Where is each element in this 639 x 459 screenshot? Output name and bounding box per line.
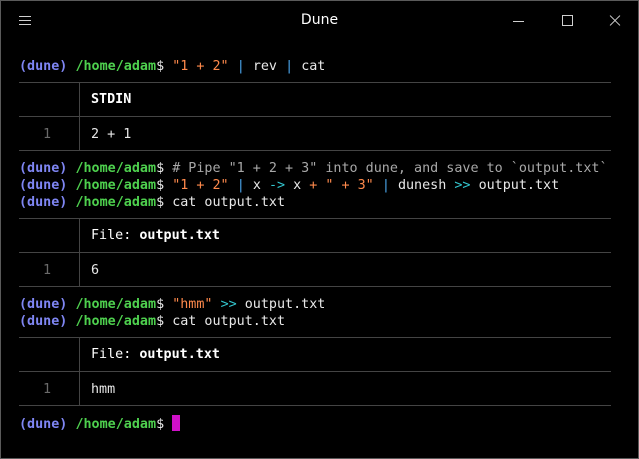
command-line: (dune) /home/adam$ "1 + 2" | rev | cat	[19, 58, 325, 75]
table-header: File: output.txt	[19, 219, 611, 253]
prompt-dollar: $	[156, 59, 165, 74]
table-row: 1 2 + 1	[19, 117, 611, 150]
string-literal: "1 + 2"	[172, 59, 229, 74]
prompt-path: /home/adam	[75, 297, 157, 312]
prompt-dollar: $	[156, 195, 165, 210]
prompt-shell: (dune)	[19, 314, 68, 329]
row-index: 1	[42, 263, 51, 278]
output-table: STDIN 1 2 + 1	[19, 82, 611, 151]
prompt-dollar: $	[156, 417, 165, 432]
table-header-label: File: output.txt	[91, 347, 220, 362]
terminal-window: Dune (dune) /home/adam$ "1 + 2" | rev | …	[0, 0, 639, 459]
pipe-operator: |	[236, 178, 245, 193]
pipe-operator: |	[381, 178, 390, 193]
pipe-operator: |	[236, 59, 245, 74]
row-value: hmm	[91, 382, 116, 397]
table-header: STDIN	[19, 83, 611, 117]
redirect-operator: >>	[454, 178, 471, 193]
prompt-path: /home/adam	[75, 178, 157, 193]
prompt-shell: (dune)	[19, 297, 68, 312]
prompt-shell: (dune)	[19, 59, 68, 74]
prompt-dollar: $	[156, 297, 165, 312]
prompt-path: /home/adam	[75, 161, 157, 176]
command-text: cat output.txt	[172, 314, 286, 329]
command-line: (dune) /home/adam$ cat output.txt	[19, 194, 285, 211]
lambda-body: x	[293, 178, 302, 193]
prompt-dollar: $	[156, 178, 165, 193]
prompt-dollar: $	[156, 161, 165, 176]
table-header-label: File: output.txt	[91, 228, 220, 243]
table-header-label: STDIN	[91, 92, 132, 107]
window-title: Dune	[300, 12, 339, 28]
prompt-path: /home/adam	[75, 417, 157, 432]
lambda-param: x	[252, 178, 261, 193]
command-word: dunesh	[397, 178, 447, 193]
text-cursor[interactable]	[172, 415, 181, 431]
close-icon[interactable]	[608, 14, 622, 28]
row-index: 1	[42, 382, 51, 397]
output-table: File: output.txt 1 hmm	[19, 337, 611, 406]
prompt-shell: (dune)	[19, 195, 68, 210]
output-table: File: output.txt 1 6	[19, 218, 611, 287]
title-bar: Dune	[1, 1, 638, 41]
command-line: (dune) /home/adam$ "hmm" >> output.txt	[19, 296, 325, 313]
table-row: 1 hmm	[19, 372, 611, 405]
file-name: output.txt	[244, 297, 326, 312]
prompt-path: /home/adam	[75, 59, 157, 74]
minimize-icon[interactable]	[512, 14, 526, 28]
command-line: (dune) /home/adam$ cat output.txt	[19, 313, 285, 330]
arrow-operator: ->	[268, 178, 286, 193]
command-word: rev	[252, 59, 277, 74]
table-header: File: output.txt	[19, 338, 611, 372]
pipe-operator: |	[285, 59, 294, 74]
prompt-path: /home/adam	[75, 195, 157, 210]
row-index: 1	[42, 127, 51, 142]
row-value: 6	[91, 263, 100, 278]
comment-text: # Pipe "1 + 2 + 3" into dune, and save t…	[172, 161, 608, 176]
prompt-path: /home/adam	[75, 314, 157, 329]
prompt-dollar: $	[156, 314, 165, 329]
table-row: 1 6	[19, 253, 611, 286]
command-text: cat output.txt	[172, 195, 286, 210]
command-word: cat	[301, 59, 326, 74]
redirect-operator: >>	[220, 297, 237, 312]
command-line: (dune) /home/adam$ "1 + 2" | x -> x + " …	[19, 177, 559, 194]
prompt-shell: (dune)	[19, 161, 68, 176]
plus-operator: +	[309, 178, 318, 193]
string-literal: "hmm"	[172, 297, 213, 312]
prompt-shell: (dune)	[19, 178, 68, 193]
maximize-icon[interactable]	[561, 14, 575, 28]
prompt-shell: (dune)	[19, 417, 68, 432]
file-name: output.txt	[478, 178, 560, 193]
string-literal: " + 3"	[325, 178, 374, 193]
active-prompt-line[interactable]: (dune) /home/adam$	[19, 415, 181, 432]
command-line: (dune) /home/adam$ # Pipe "1 + 2 + 3" in…	[19, 160, 608, 177]
row-value: 2 + 1	[91, 127, 132, 142]
string-literal: "1 + 2"	[172, 178, 229, 193]
